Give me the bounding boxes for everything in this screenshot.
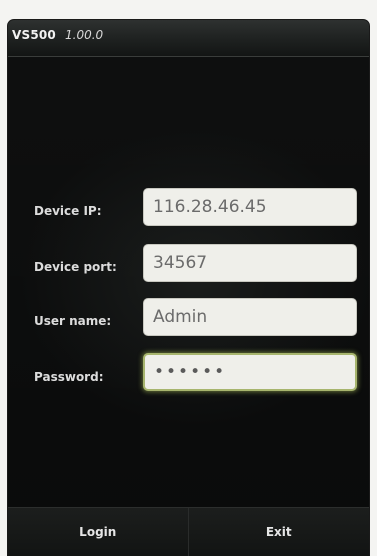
user-name-input[interactable] xyxy=(143,298,357,336)
app-name: VS500 xyxy=(12,28,56,42)
password-input[interactable] xyxy=(143,353,357,391)
screen-glare xyxy=(8,20,369,556)
password-label: Password: xyxy=(34,370,104,384)
device-ip-label: Device IP: xyxy=(34,204,102,218)
login-button[interactable]: Login xyxy=(8,508,189,556)
user-name-label: User name: xyxy=(34,314,112,328)
exit-button[interactable]: Exit xyxy=(189,508,370,556)
device-port-label: Device port: xyxy=(34,260,117,274)
app-window: VS500 1.00.0 Device IP: Device port: Use… xyxy=(8,20,369,556)
device-port-input[interactable] xyxy=(143,244,357,282)
title-bar: VS500 1.00.0 xyxy=(8,20,369,57)
device-ip-input[interactable] xyxy=(143,188,357,226)
app-version: 1.00.0 xyxy=(65,28,104,42)
bottom-action-bar: Login Exit xyxy=(8,507,369,556)
